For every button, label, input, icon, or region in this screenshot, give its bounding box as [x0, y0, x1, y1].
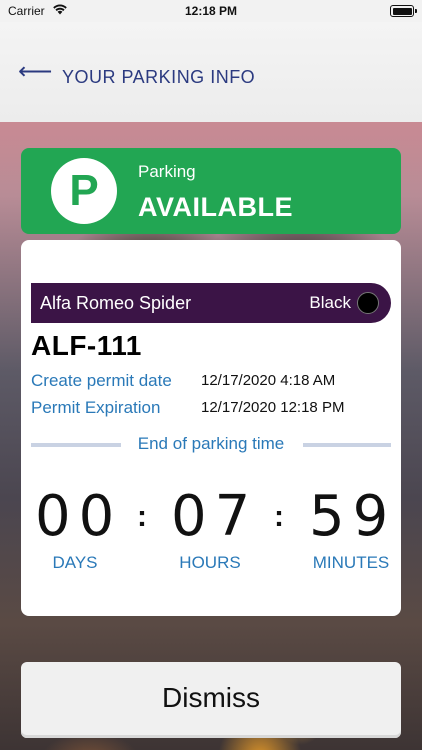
countdown-days: 00 — [35, 484, 123, 549]
clock: 12:18 PM — [184, 4, 238, 18]
vehicle-color-swatch — [357, 292, 379, 314]
hours-label: HOURS — [179, 553, 241, 572]
parking-status-label: Parking — [138, 162, 196, 181]
parking-info-card: Alfa Romeo Spider Black ALF-111 Create p… — [21, 240, 401, 616]
arrow-left-icon[interactable]: ⟵ — [18, 60, 52, 84]
vehicle-name: Alfa Romeo Spider — [40, 293, 192, 313]
minutes-label: MINUTES — [312, 553, 390, 572]
countdown-separator: : — [274, 500, 284, 533]
parking-p-icon: P — [51, 158, 117, 224]
permit-expiration-label: Permit Expiration — [31, 398, 161, 417]
vehicle-bar: Alfa Romeo Spider Black — [31, 283, 391, 323]
nav-bar: ⟵ YOUR PARKING INFO — [0, 22, 422, 122]
page-title: YOUR PARKING INFO — [62, 67, 256, 87]
countdown-minutes: 59 — [309, 484, 397, 549]
dismiss-button[interactable]: Dismiss — [21, 662, 401, 738]
vehicle-color-name: Black — [309, 293, 351, 312]
countdown-hours: 07 — [171, 484, 259, 549]
status-bar: Carrier 12:18 PM — [0, 0, 422, 22]
parking-status-value: AVAILABLE — [138, 192, 293, 222]
create-permit-value: 12/17/2020 4:18 AM — [201, 372, 336, 389]
days-label: DAYS — [52, 553, 98, 572]
countdown-separator: : — [137, 500, 147, 533]
parking-status-banner: P Parking AVAILABLE — [21, 148, 401, 234]
license-plate: ALF-111 — [31, 330, 142, 361]
permit-expiration-value: 12/17/2020 12:18 PM — [201, 399, 345, 416]
battery-icon — [390, 5, 417, 17]
create-permit-label: Create permit date — [31, 371, 172, 390]
divider-right — [303, 443, 391, 447]
